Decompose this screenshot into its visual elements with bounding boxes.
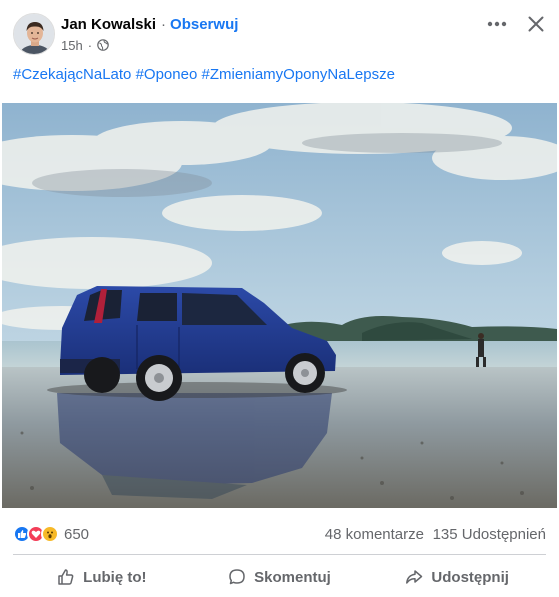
wow-reaction-icon <box>41 525 59 543</box>
close-icon <box>528 16 544 32</box>
more-horizontal-icon <box>487 21 507 27</box>
thumbs-up-icon <box>58 569 74 585</box>
post-photo[interactable] <box>2 103 557 508</box>
share-label: Udostępnij <box>431 568 509 586</box>
post-hashtags: #CzekającNaLato #Oponeo #ZmieniamyOponyN… <box>13 65 395 85</box>
like-label: Lubię to! <box>83 568 147 586</box>
comments-count[interactable]: 48 komentarze <box>325 526 424 543</box>
like-button[interactable]: Lubię to! <box>13 560 191 594</box>
share-icon <box>406 570 423 584</box>
author-avatar[interactable] <box>13 13 55 55</box>
follow-button[interactable]: Obserwuj <box>170 16 238 33</box>
post-header: Jan Kowalski · Obserwuj 15h · <box>0 0 559 60</box>
comment-button[interactable]: Skomentuj <box>191 560 369 594</box>
hashtag-link[interactable]: #CzekającNaLato <box>13 66 131 83</box>
name-separator: · <box>161 15 167 33</box>
post-meta: 15h · <box>61 37 109 53</box>
actions-divider <box>13 554 546 555</box>
hashtag-link[interactable]: #ZmieniamyOponyNaLepsze <box>201 66 394 83</box>
meta-separator: · <box>87 37 93 53</box>
share-button[interactable]: Udostępnij <box>368 560 546 594</box>
reaction-icons[interactable] <box>13 525 59 543</box>
shares-count[interactable]: 135 Udostępnień <box>433 526 546 543</box>
author-line: Jan Kowalski · Obserwuj <box>61 14 238 34</box>
comment-icon <box>229 569 245 585</box>
hashtag-link[interactable]: #Oponeo <box>136 66 198 83</box>
more-options-button[interactable] <box>480 10 514 38</box>
beach-suv-illustration <box>2 103 557 508</box>
close-button[interactable] <box>521 10 551 38</box>
post-actions: Lubię to! Skomentuj Udostępnij <box>13 560 546 594</box>
reactions-summary: 650 48 komentarze 135 Udostępnień <box>0 520 559 548</box>
comment-label: Skomentuj <box>254 568 331 586</box>
reaction-count[interactable]: 650 <box>64 526 89 543</box>
author-name[interactable]: Jan Kowalski <box>61 16 156 33</box>
post-timestamp[interactable]: 15h <box>61 38 83 53</box>
globe-icon <box>97 39 109 51</box>
